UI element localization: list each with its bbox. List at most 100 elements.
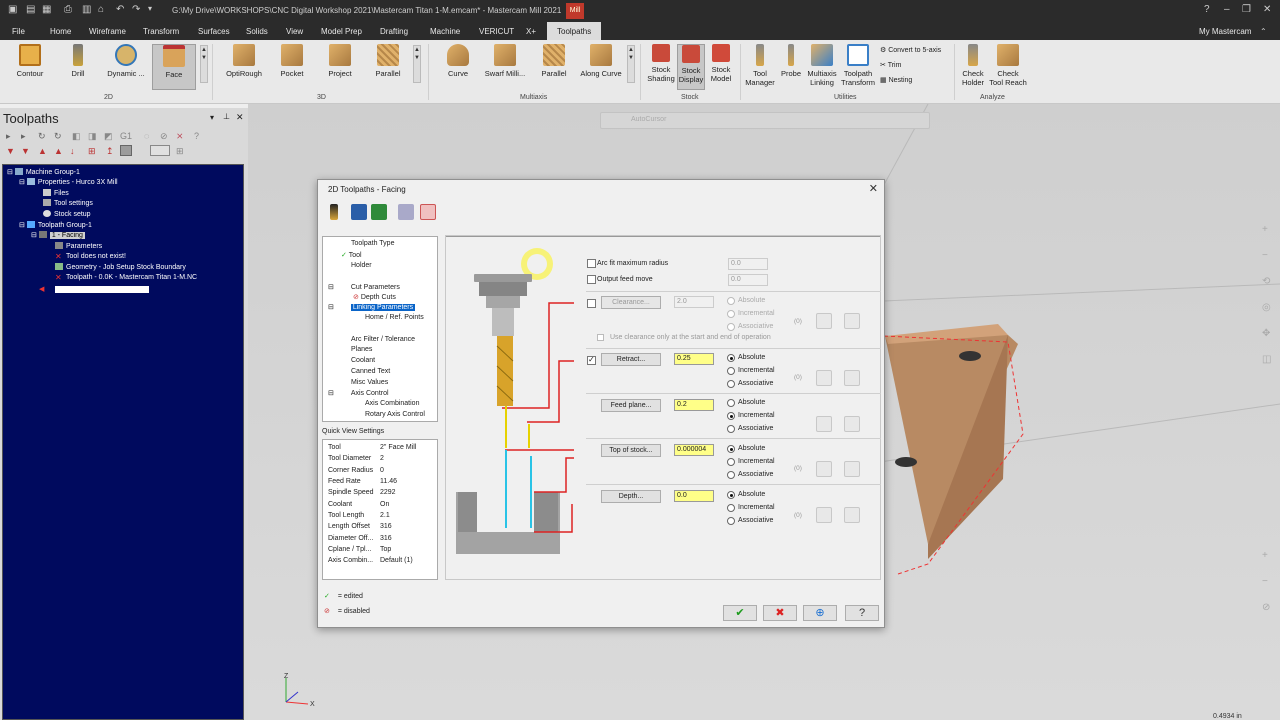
- tool-manager-button[interactable]: Tool Manager: [744, 44, 776, 87]
- clearance-clear-icon[interactable]: [844, 313, 860, 329]
- menu-machine[interactable]: Machine: [430, 27, 460, 36]
- curve-button[interactable]: Curve: [438, 44, 478, 78]
- insert-arrow-marker[interactable]: ◀: [39, 285, 149, 293]
- nav-misc-values[interactable]: Misc Values: [351, 379, 388, 386]
- depth-button[interactable]: Depth...: [601, 490, 661, 503]
- clearance-absolute-radio[interactable]: [727, 297, 735, 305]
- menu-home[interactable]: Home: [50, 27, 71, 36]
- ok-button[interactable]: ✔: [723, 605, 757, 621]
- contour-button[interactable]: Contour: [10, 44, 50, 78]
- print-preview-icon[interactable]: ▥: [82, 4, 91, 15]
- undo-icon[interactable]: ↶: [116, 4, 124, 15]
- save-defaults-icon[interactable]: [351, 204, 367, 220]
- top-clear-icon[interactable]: [844, 461, 860, 477]
- view-icon[interactable]: ◫: [1262, 354, 1271, 365]
- menu-xplus[interactable]: X+: [526, 27, 536, 36]
- menu-vericut[interactable]: VERICUT: [479, 27, 514, 36]
- clearance-incremental-radio[interactable]: [727, 310, 735, 318]
- feed-clear-icon[interactable]: [844, 416, 860, 432]
- tree-properties[interactable]: ⊟ Properties - Hurco 3X Mill: [19, 178, 118, 186]
- select-all-icon[interactable]: ▸: [6, 131, 11, 142]
- cancel-changes-icon[interactable]: [420, 204, 436, 220]
- menu-model-prep[interactable]: Model Prep: [321, 27, 362, 36]
- zoom-out-icon[interactable]: −: [1262, 250, 1268, 261]
- menu-wireframe[interactable]: Wireframe: [89, 27, 126, 36]
- no-entry-icon[interactable]: ⊘: [1262, 602, 1270, 613]
- operation-library-icon[interactable]: [398, 204, 414, 220]
- tree-toolpath-group[interactable]: ⊟ Toolpath Group-1: [19, 221, 92, 229]
- pocket-button[interactable]: Pocket: [272, 44, 312, 78]
- nav-home-ref-points[interactable]: Home / Ref. Points: [365, 314, 424, 321]
- menu-drafting[interactable]: Drafting: [380, 27, 408, 36]
- retract-button[interactable]: Retract...: [601, 353, 661, 366]
- apply-button[interactable]: ⊕: [803, 605, 837, 621]
- nav-cut-parameters[interactable]: ⊟ Cut Parameters: [328, 283, 400, 291]
- top-associative-radio[interactable]: [727, 471, 735, 479]
- app-icon[interactable]: ▣: [8, 4, 17, 15]
- minus-icon[interactable]: −: [1262, 576, 1268, 587]
- parallel-multi-button[interactable]: Parallel: [534, 44, 574, 78]
- nav-holder[interactable]: Holder: [351, 262, 372, 269]
- pin-icon[interactable]: ⌂: [98, 4, 104, 15]
- output-feed-checkbox[interactable]: [587, 275, 596, 284]
- help-icon[interactable]: ?: [1204, 4, 1210, 15]
- face-button[interactable]: Face: [152, 44, 196, 90]
- select-dirty-icon[interactable]: ▸: [21, 131, 26, 142]
- nav-axis-combination[interactable]: Axis Combination: [365, 400, 419, 407]
- tree-tool-settings[interactable]: Tool settings: [43, 199, 93, 207]
- nav-tool[interactable]: ✓ Tool: [341, 251, 362, 259]
- post-icon[interactable]: G1: [120, 131, 132, 141]
- help-panel-icon[interactable]: ?: [194, 131, 199, 141]
- retract-checkbox[interactable]: ✓: [587, 355, 596, 365]
- tree-stock-setup[interactable]: Stock setup: [43, 210, 91, 218]
- 2d-gallery-arrow[interactable]: ▲ ▼: [200, 45, 208, 83]
- feed-associative-radio[interactable]: [727, 425, 735, 433]
- tree-machine-group[interactable]: ⊟ Machine Group-1: [7, 168, 80, 176]
- open-icon[interactable]: ▦: [42, 4, 51, 15]
- ribbon-collapse-icon[interactable]: ⌃: [1260, 27, 1267, 36]
- minimize-icon[interactable]: –: [1224, 4, 1230, 15]
- panel-pin-icon[interactable]: ⊥: [223, 112, 230, 121]
- tree-toolpath-nc[interactable]: ✕ Toolpath - 0.0K - Mastercam Titan 1-M.N…: [55, 274, 197, 282]
- help-button[interactable]: ?: [845, 605, 879, 621]
- pan-icon[interactable]: ✥: [1262, 328, 1270, 339]
- redo-icon[interactable]: ↷: [132, 4, 140, 15]
- tree-files[interactable]: Files: [43, 189, 69, 197]
- menu-toolpaths[interactable]: Toolpaths: [547, 22, 602, 40]
- nav-axis-control[interactable]: ⊟ Axis Control: [328, 389, 389, 397]
- swarf-milling-button[interactable]: Swarf Milli...: [482, 44, 528, 78]
- simulate-icon[interactable]: ◩: [104, 131, 113, 142]
- feed-incremental-radio[interactable]: [727, 412, 735, 420]
- menu-file[interactable]: File: [12, 27, 25, 36]
- project-button[interactable]: Project: [320, 44, 360, 78]
- single-display-icon[interactable]: [120, 145, 132, 156]
- clearance-input[interactable]: 2.0: [674, 296, 714, 308]
- regen-icon[interactable]: ↻: [38, 131, 46, 142]
- check-tool-reach-button[interactable]: Check Tool Reach: [988, 44, 1028, 87]
- zoom-in-icon[interactable]: +: [1262, 224, 1268, 235]
- move-up-icon[interactable]: ▲: [38, 146, 47, 156]
- cancel-button[interactable]: ✖: [763, 605, 797, 621]
- clearance-select-icon[interactable]: [816, 313, 832, 329]
- autocursor-label[interactable]: AutoCursor: [631, 116, 666, 123]
- nav-rotary-axis-control[interactable]: Rotary Axis Control: [365, 411, 425, 418]
- multiaxis-gallery-arrow[interactable]: ▲ ▼: [627, 45, 635, 83]
- top-of-stock-input[interactable]: 0.000004: [674, 444, 714, 456]
- fit-icon[interactable]: ⟲: [1262, 276, 1270, 287]
- menu-solids[interactable]: Solids: [246, 27, 268, 36]
- depth-clear-icon[interactable]: [844, 507, 860, 523]
- display-mode-icon[interactable]: [150, 145, 170, 156]
- depth-input[interactable]: 0.0: [674, 490, 714, 502]
- retract-absolute-radio[interactable]: [727, 354, 735, 362]
- nav-linking-parameters[interactable]: ⊟ Linking Parameters: [328, 303, 416, 311]
- nav-toolpath-type[interactable]: Toolpath Type: [351, 240, 394, 247]
- menu-surfaces[interactable]: Surfaces: [198, 27, 230, 36]
- tool-icon[interactable]: [330, 204, 338, 220]
- retract-input[interactable]: 0.25: [674, 353, 714, 365]
- tree-parameters[interactable]: Parameters: [55, 242, 102, 250]
- rotate-icon[interactable]: ◎: [1262, 302, 1271, 313]
- panel-menu-icon[interactable]: ▾: [210, 113, 214, 122]
- retract-associative-radio[interactable]: [727, 380, 735, 388]
- top-incremental-radio[interactable]: [727, 458, 735, 466]
- probe-button[interactable]: Probe: [779, 44, 803, 78]
